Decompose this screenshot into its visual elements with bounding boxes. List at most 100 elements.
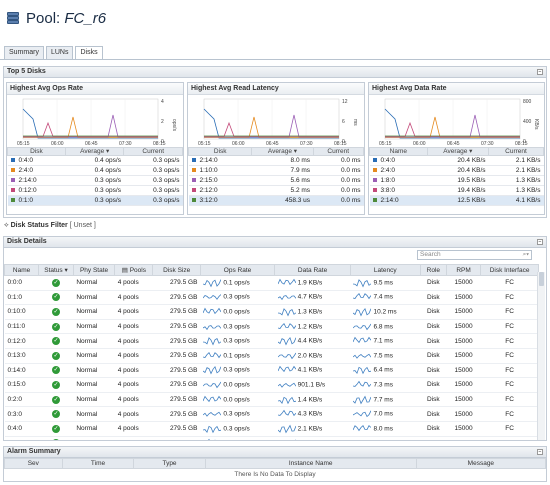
table-row[interactable]: 0:11:0 ✓ Normal 4 pools 279.5 GB 0.3 ops/s 1.2… xyxy=(4,319,539,335)
col-header[interactable]: Type xyxy=(133,458,206,469)
x-tick-label: 06:00 xyxy=(51,141,64,145)
col-header[interactable]: Instance Name xyxy=(204,458,417,469)
col-header[interactable]: Average ▾ xyxy=(251,147,314,156)
y-axis-unit: KB/s xyxy=(533,119,539,130)
table-row[interactable]: 0:2:0 ✓ Normal 4 pools 279.5 GB 0.0 ops/s 1.4 … xyxy=(4,392,539,408)
col-header[interactable]: Disk xyxy=(187,147,253,156)
table-row[interactable]: 2:12:0 5.2 ms 0.0 ms xyxy=(188,185,364,196)
table-row[interactable]: 0:4:0 ✓ Normal 4 pools 279.5 GB 0.3 ops/s 2.1 … xyxy=(4,421,539,437)
table-row[interactable]: 0:1:0 ✓ Normal 4 pools 279.5 GB 0.3 ops/s 4.7 … xyxy=(4,290,539,306)
data-rate-title: Highest Avg Data Rate xyxy=(369,83,544,95)
col-header[interactable]: Ops Rate xyxy=(199,264,276,276)
disk-details-table: Name Status ▾ Phy State ▤ Pools Disk Size Ops… xyxy=(4,264,539,440)
ops-rate-title: Highest Avg Ops Rate xyxy=(7,83,183,95)
table-row[interactable]: 0:4:0 0.4 ops/s 0.3 ops/s xyxy=(7,155,183,166)
table-row[interactable]: 2:4:0 0.4 ops/s 0.3 ops/s xyxy=(7,165,183,176)
table-row[interactable]: 0:12:0 ✓ Normal 4 pools 279.5 GB 0.3 ops/s 4.4… xyxy=(4,333,539,349)
x-tick-label: 08:15 xyxy=(153,141,166,145)
table-row[interactable]: 0:12:0 0.3 ops/s 0.3 ops/s xyxy=(7,185,183,196)
table-row[interactable]: 0:3:0 ✓ Normal 4 pools 279.5 GB 0.3 ops/s 4.3 … xyxy=(4,406,539,422)
disk-details-panel: Disk Details − Search ⌕▾ Name Status ▾ Phy S… xyxy=(3,236,547,441)
col-header[interactable]: Current xyxy=(123,147,183,156)
x-tick-label: 06:45 xyxy=(266,141,279,145)
table-row[interactable]: 2:14:0 12.5 KB/s 4.1 KB/s xyxy=(369,195,544,206)
tab-disks[interactable]: Disks xyxy=(75,46,103,60)
legend-swatch xyxy=(372,188,377,193)
collapse-icon[interactable]: − xyxy=(537,449,543,455)
table-row[interactable]: 1:8:0 19.5 KB/s 1.3 KB/s xyxy=(369,175,544,186)
alarm-title: Alarm Summary − xyxy=(4,447,546,458)
table-row[interactable]: 0:1:0 0.3 ops/s 0.3 ops/s xyxy=(7,195,183,206)
table-row[interactable]: 0:4:0 20.4 KB/s 2.1 KB/s xyxy=(369,155,544,166)
legend-swatch xyxy=(372,158,377,163)
table-row[interactable]: 1:10:0 7.9 ms 0.0 ms xyxy=(188,165,364,176)
top5-panel: Top 5 Disks − Highest Avg Ops Rate 4 2 0 ops… xyxy=(3,66,547,218)
col-header[interactable]: Current xyxy=(488,147,544,156)
col-header[interactable]: Name xyxy=(4,264,40,276)
col-header[interactable]: RPM xyxy=(446,264,482,276)
col-header[interactable]: ▤ Pools xyxy=(114,264,154,276)
legend-swatch xyxy=(191,178,196,183)
collapse-icon[interactable]: − xyxy=(537,69,543,75)
legend-swatch xyxy=(10,198,15,203)
col-header[interactable]: Latency xyxy=(349,264,421,276)
latency-subpanel: Highest Avg Read Latency 12 6 0 ms 05:15 06:0… xyxy=(187,82,365,215)
table-row[interactable]: 0:13:0 ✓ Normal 4 pools 279.5 GB 0.1 ops/s 2.0… xyxy=(4,348,539,364)
col-header[interactable]: Role xyxy=(419,264,448,276)
tab-summary[interactable]: Summary xyxy=(4,46,44,59)
data-rate-chart: 8004000KB/s05:15 06:00 06:45 07:30 08:15 xyxy=(379,98,539,145)
col-header[interactable]: Phy State xyxy=(72,264,116,276)
disk-status-filter[interactable]: ⟡ Disk Status Filter [ Unset ] xyxy=(4,222,96,230)
alarm-panel: Alarm Summary − Sev Time Type Instance Name M… xyxy=(3,446,547,482)
col-header[interactable]: Disk Interface xyxy=(480,264,539,276)
col-header[interactable]: Disk xyxy=(7,147,66,156)
legend-swatch xyxy=(10,178,15,183)
search-input[interactable]: Search ⌕▾ xyxy=(417,250,532,260)
page-header: Pool: FC_r6 xyxy=(0,0,550,36)
search-icon[interactable]: ⌕▾ xyxy=(523,251,529,259)
table-row[interactable]: 0:10:0 ✓ Normal 4 pools 279.5 GB 0.0 ops/s 1.3… xyxy=(4,304,539,320)
table-row[interactable]: 2:4:0 20.4 KB/s 2.1 KB/s xyxy=(369,165,544,176)
col-header[interactable]: Time xyxy=(61,458,135,469)
table-row[interactable]: 2:15:0 5.6 ms 0.0 ms xyxy=(188,175,364,186)
status-ok-icon: ✓ xyxy=(51,380,60,389)
legend-swatch xyxy=(191,168,196,173)
pool-icon xyxy=(6,11,20,25)
table-row[interactable]: 0:0:0 ✓ Normal 4 pools 279.5 GB 0.1 ops/s 1.9 … xyxy=(4,275,539,291)
table-row[interactable]: 2:14:0 8.0 ms 0.0 ms xyxy=(188,155,364,166)
table-row[interactable]: 3:8:0 19.4 KB/s 1.3 KB/s xyxy=(369,185,544,196)
x-tick-label: 08:15 xyxy=(515,141,528,145)
latency-chart: 1260ms05:15 06:00 06:45 07:30 08:15 xyxy=(198,98,358,145)
col-header[interactable]: Message xyxy=(415,458,547,469)
col-header[interactable]: Current xyxy=(312,147,365,156)
status-ok-icon: ✓ xyxy=(51,424,60,433)
table-row[interactable]: 0:14:0 ✓ Normal 4 pools 279.5 GB 0.3 ops/s 4.1… xyxy=(4,363,539,379)
legend-swatch xyxy=(191,158,196,163)
ops-rate-subpanel: Highest Avg Ops Rate 4 2 0 ops/s 05:15 06:00 0… xyxy=(6,82,184,215)
legend-swatch xyxy=(372,168,377,173)
collapse-icon[interactable]: − xyxy=(537,239,543,245)
status-ok-icon: ✓ xyxy=(51,293,60,302)
x-tick-label: 05:15 xyxy=(198,141,211,145)
col-header[interactable]: Sev xyxy=(4,458,63,469)
col-header[interactable]: Average ▾ xyxy=(426,147,490,156)
tab-luns[interactable]: LUNs xyxy=(45,46,74,59)
col-header[interactable]: Name xyxy=(369,147,428,156)
empty-message: There Is No Data To Display xyxy=(234,470,316,478)
y-tick-label: 800 xyxy=(523,99,532,105)
scrollbar[interactable] xyxy=(537,272,545,440)
filter-icon: ⟡ xyxy=(4,222,9,229)
x-tick-label: 05:15 xyxy=(17,141,30,145)
col-header[interactable]: Disk Size xyxy=(152,264,201,276)
y-tick-label: 4 xyxy=(161,99,164,105)
table-row[interactable]: 0:5:0✓Normal4 pools279.5 GB0.1 ops/s2.4 … xyxy=(4,436,539,440)
col-header[interactable]: Average ▾ xyxy=(64,147,125,156)
col-header[interactable]: Data Rate xyxy=(274,264,351,276)
legend-swatch xyxy=(372,178,377,183)
table-row[interactable]: 3:12:0 458.3 us 0.0 ms xyxy=(188,195,364,206)
col-header[interactable]: Status ▾ xyxy=(38,264,74,276)
legend-swatch xyxy=(10,158,15,163)
table-row[interactable]: 2:14:0 0.3 ops/s 0.3 ops/s xyxy=(7,175,183,186)
table-row[interactable]: 0:15:0 ✓ Normal 4 pools 279.5 GB 0.0 ops/s 901… xyxy=(4,377,539,393)
latency-table: Disk Average ▾ Current 2:14:0 8.0 ms 0.0 ms 1:… xyxy=(187,147,365,206)
